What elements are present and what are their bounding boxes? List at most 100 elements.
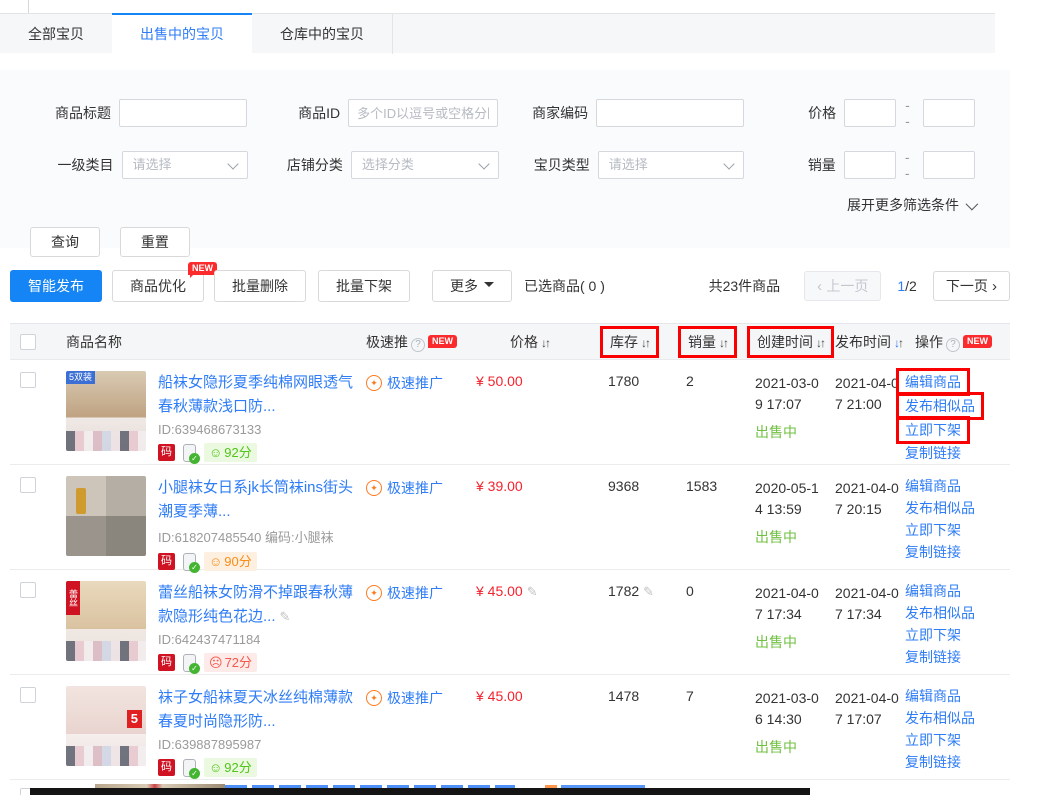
copy-link-link[interactable]: 复制链接: [905, 646, 1010, 668]
publish-similar-link[interactable]: 发布相似品: [905, 395, 975, 417]
search-button[interactable]: 查询: [30, 227, 100, 257]
tab-all-items[interactable]: 全部宝贝: [0, 14, 112, 54]
delist-now-link[interactable]: 立即下架: [905, 624, 1010, 646]
id-filter-input[interactable]: [348, 99, 498, 127]
filter-panel: 商品标题 商品ID 商家编码 价格 -- 一级类目 请选择 店铺分类 选择分类 …: [0, 70, 1010, 248]
row-checkbox[interactable]: [20, 477, 36, 493]
bottom-black-bar: [30, 788, 810, 795]
header-published-sort[interactable]: 发布时间↓↑: [831, 332, 905, 352]
stock-value: 1782✎: [608, 583, 678, 600]
sales-max-input[interactable]: [923, 151, 975, 179]
product-title-link[interactable]: 小腿袜女日系jk长筒袜ins街头潮夏季薄...: [158, 476, 363, 524]
score-value: 92分: [224, 443, 251, 462]
edit-pencil-icon[interactable]: ✎: [643, 584, 654, 599]
more-dropdown-button[interactable]: 更多: [432, 270, 512, 302]
edit-pencil-icon[interactable]: ✎: [527, 584, 538, 599]
sort-icon[interactable]: ↓↑: [719, 336, 727, 350]
speed-promote-link[interactable]: ✦ 极速推广: [366, 373, 443, 393]
edit-pencil-icon[interactable]: ✎: [280, 609, 291, 624]
total-count-text: 共23件商品: [709, 276, 781, 296]
sales-min-input[interactable]: [844, 151, 896, 179]
header-created-sort[interactable]: 创建时间↓↑: [748, 332, 831, 352]
table-row: 蕾丝 蕾丝船袜女防滑不掉跟春秋薄款隐形纯色花边...✎ ID:642437471…: [10, 570, 1010, 675]
sort-icon[interactable]: ↓↑: [641, 336, 649, 350]
price-min-input[interactable]: [844, 99, 896, 127]
published-date: 2021-04-07 20:15: [835, 478, 905, 520]
copy-link-link[interactable]: 复制链接: [905, 442, 1010, 464]
row-checkbox[interactable]: [20, 687, 36, 703]
product-title-link[interactable]: 船袜女隐形夏季纯棉网眼透气春秋薄款浅口防...: [158, 371, 363, 419]
publish-similar-link[interactable]: 发布相似品: [905, 602, 1010, 624]
delist-now-link[interactable]: 立即下架: [905, 419, 961, 441]
batch-delete-button[interactable]: 批量删除: [214, 270, 306, 302]
product-image[interactable]: 5双装: [66, 371, 146, 451]
publish-similar-link[interactable]: 发布相似品: [905, 497, 1010, 519]
speed-promote-link[interactable]: ✦ 极速推广: [366, 478, 443, 498]
title-filter-label: 商品标题: [30, 103, 111, 123]
status-onsale: 出售中: [755, 422, 831, 442]
status-onsale: 出售中: [755, 632, 831, 652]
sort-icon-active[interactable]: ↓↑: [894, 336, 902, 350]
copy-link-link[interactable]: 复制链接: [905, 751, 1010, 773]
header-stock-sort[interactable]: 库存↓↑: [600, 332, 678, 352]
select-all-checkbox[interactable]: [20, 334, 36, 350]
edit-item-link[interactable]: 编辑商品: [905, 685, 1010, 707]
reset-button[interactable]: 重置: [120, 227, 190, 257]
help-icon[interactable]: ?: [946, 338, 960, 352]
item-type-select[interactable]: 请选择: [598, 151, 744, 179]
price-max-input[interactable]: [923, 99, 975, 127]
item-type-select-value: 请选择: [609, 157, 648, 172]
code-badge: 码: [158, 553, 175, 570]
publish-similar-link[interactable]: 发布相似品: [905, 707, 1010, 729]
tab-warehouse-items[interactable]: 仓库中的宝贝: [252, 14, 393, 54]
promo-medal-icon: ✦: [366, 585, 382, 601]
product-title-link[interactable]: 袜子女船袜夏天冰丝纯棉薄款春夏时尚隐形防...: [158, 686, 363, 734]
shop-category-select[interactable]: 选择分类: [351, 151, 499, 179]
more-button-label: 更多: [450, 278, 478, 294]
category-filter-label: 一级类目: [30, 155, 114, 175]
top-edge-divider: [28, 0, 29, 13]
product-image[interactable]: 5: [66, 686, 146, 766]
sort-icon[interactable]: ↓↑: [541, 336, 549, 350]
chevron-down-icon: [227, 158, 238, 169]
merchant-code-input[interactable]: [596, 99, 744, 127]
score-badge[interactable]: ☺90分: [204, 552, 257, 571]
row-checkbox[interactable]: [20, 372, 36, 388]
mobile-verified-icon: [183, 654, 196, 672]
header-sales-label: 销量: [688, 334, 716, 350]
sort-icon[interactable]: ↓↑: [816, 336, 824, 350]
total-pages: /2: [905, 278, 917, 294]
shop-category-label: 店铺分类: [284, 155, 343, 175]
help-icon[interactable]: ?: [411, 338, 425, 352]
price-value: ¥ 50.00: [476, 373, 600, 389]
prev-page-button[interactable]: ‹ 上一页: [804, 271, 881, 301]
speed-promote-link[interactable]: ✦ 极速推广: [366, 688, 443, 708]
row-checkbox[interactable]: [20, 582, 36, 598]
edit-item-link[interactable]: 编辑商品: [905, 580, 1010, 602]
tab-onsale-items[interactable]: 出售中的宝贝: [112, 14, 252, 54]
delist-now-link[interactable]: 立即下架: [905, 729, 1010, 751]
title-filter-input[interactable]: [119, 99, 247, 127]
speed-promote-link[interactable]: ✦ 极速推广: [366, 583, 443, 603]
edit-item-link[interactable]: 编辑商品: [905, 371, 961, 393]
expand-more-filters-link[interactable]: 展开更多筛选条件: [847, 195, 975, 215]
score-badge[interactable]: ☺92分: [204, 758, 257, 777]
smart-publish-button[interactable]: 智能发布: [10, 270, 102, 302]
header-price-sort[interactable]: 价格↓↑: [470, 332, 600, 352]
table-row: 小腿袜女日系jk长筒袜ins街头潮夏季薄... ID:618207485540 …: [10, 465, 1010, 570]
copy-link-link[interactable]: 复制链接: [905, 541, 1010, 563]
product-image[interactable]: 蕾丝: [66, 581, 146, 661]
product-title-link[interactable]: 蕾丝船袜女防滑不掉跟春秋薄款隐形纯色花边...✎: [158, 581, 363, 629]
score-badge[interactable]: ☺92分: [204, 443, 257, 462]
delist-now-link[interactable]: 立即下架: [905, 519, 1010, 541]
header-sales-sort[interactable]: 销量↓↑: [678, 332, 748, 352]
optimize-button[interactable]: 商品优化 NEW: [112, 270, 204, 302]
score-badge[interactable]: ☹72分: [204, 653, 257, 672]
edit-item-link[interactable]: 编辑商品: [905, 475, 1010, 497]
product-image[interactable]: [66, 476, 146, 556]
batch-delist-button[interactable]: 批量下架: [318, 270, 410, 302]
category-select[interactable]: 请选择: [122, 151, 248, 179]
current-page: 1: [897, 278, 905, 294]
product-id: ID:639887895987: [158, 737, 363, 752]
next-page-button[interactable]: 下一页 ›: [933, 271, 1010, 301]
